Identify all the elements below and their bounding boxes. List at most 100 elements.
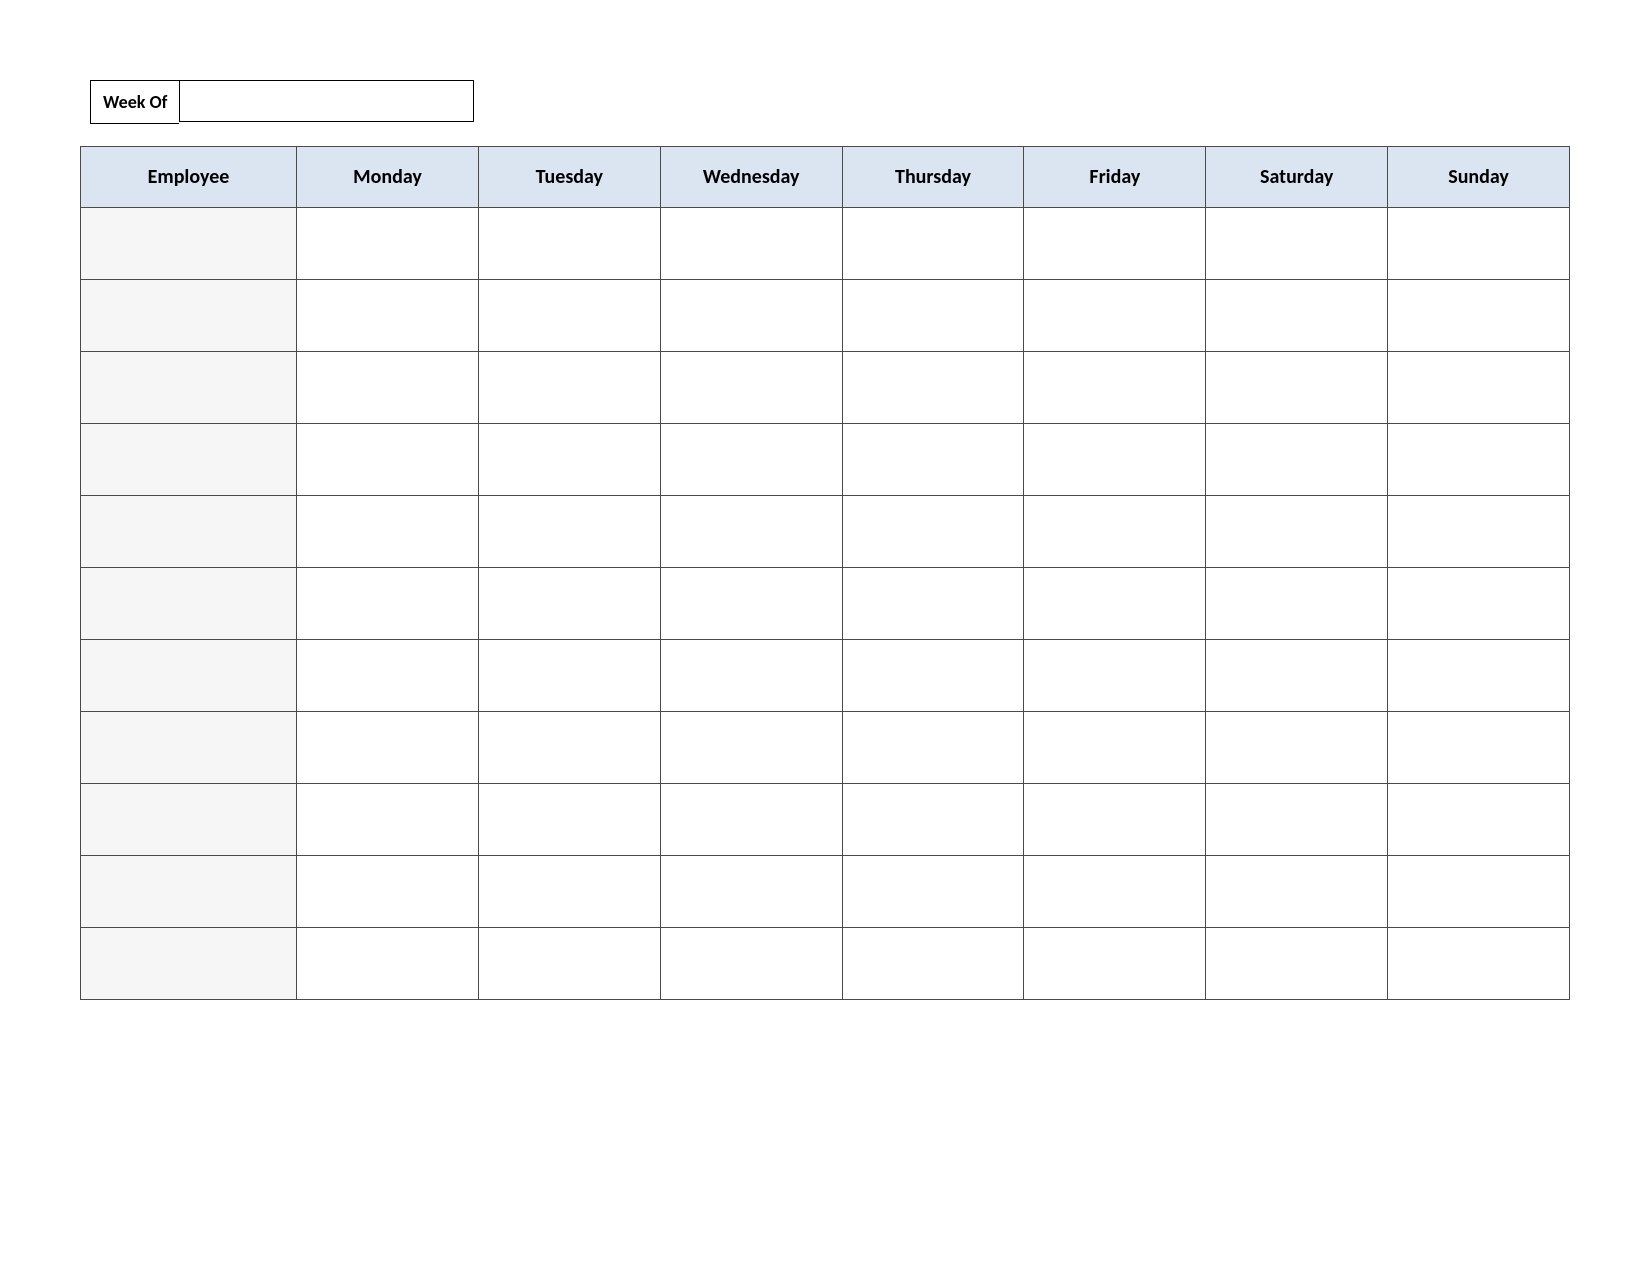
employee-cell[interactable] (81, 856, 297, 928)
table-row (81, 424, 1570, 496)
cell-thursday[interactable] (842, 928, 1024, 1000)
table-row (81, 712, 1570, 784)
cell-monday[interactable] (297, 784, 479, 856)
cell-wednesday[interactable] (660, 712, 842, 784)
cell-thursday[interactable] (842, 352, 1024, 424)
cell-saturday[interactable] (1206, 424, 1388, 496)
cell-thursday[interactable] (842, 208, 1024, 280)
cell-sunday[interactable] (1388, 640, 1570, 712)
cell-monday[interactable] (297, 280, 479, 352)
cell-friday[interactable] (1024, 784, 1206, 856)
employee-cell[interactable] (81, 928, 297, 1000)
cell-monday[interactable] (297, 424, 479, 496)
cell-saturday[interactable] (1206, 712, 1388, 784)
cell-tuesday[interactable] (478, 208, 660, 280)
cell-tuesday[interactable] (478, 928, 660, 1000)
header-row: Employee Monday Tuesday Wednesday Thursd… (81, 147, 1570, 208)
cell-thursday[interactable] (842, 784, 1024, 856)
cell-friday[interactable] (1024, 352, 1206, 424)
cell-wednesday[interactable] (660, 568, 842, 640)
cell-sunday[interactable] (1388, 208, 1570, 280)
employee-cell[interactable] (81, 208, 297, 280)
cell-wednesday[interactable] (660, 280, 842, 352)
cell-monday[interactable] (297, 712, 479, 784)
cell-saturday[interactable] (1206, 208, 1388, 280)
cell-wednesday[interactable] (660, 856, 842, 928)
cell-saturday[interactable] (1206, 352, 1388, 424)
cell-tuesday[interactable] (478, 496, 660, 568)
cell-friday[interactable] (1024, 208, 1206, 280)
employee-cell[interactable] (81, 352, 297, 424)
cell-wednesday[interactable] (660, 496, 842, 568)
cell-tuesday[interactable] (478, 280, 660, 352)
cell-monday[interactable] (297, 208, 479, 280)
cell-wednesday[interactable] (660, 928, 842, 1000)
cell-friday[interactable] (1024, 496, 1206, 568)
cell-wednesday[interactable] (660, 352, 842, 424)
cell-wednesday[interactable] (660, 784, 842, 856)
cell-tuesday[interactable] (478, 640, 660, 712)
cell-saturday[interactable] (1206, 856, 1388, 928)
employee-cell[interactable] (81, 424, 297, 496)
cell-thursday[interactable] (842, 640, 1024, 712)
employee-cell[interactable] (81, 712, 297, 784)
table-row (81, 496, 1570, 568)
cell-sunday[interactable] (1388, 856, 1570, 928)
employee-cell[interactable] (81, 640, 297, 712)
cell-tuesday[interactable] (478, 352, 660, 424)
cell-thursday[interactable] (842, 280, 1024, 352)
cell-thursday[interactable] (842, 424, 1024, 496)
cell-saturday[interactable] (1206, 280, 1388, 352)
week-of-input[interactable] (179, 80, 474, 122)
cell-friday[interactable] (1024, 928, 1206, 1000)
cell-monday[interactable] (297, 496, 479, 568)
cell-sunday[interactable] (1388, 784, 1570, 856)
cell-monday[interactable] (297, 640, 479, 712)
cell-tuesday[interactable] (478, 424, 660, 496)
cell-sunday[interactable] (1388, 280, 1570, 352)
cell-tuesday[interactable] (478, 784, 660, 856)
table-row (81, 208, 1570, 280)
cell-saturday[interactable] (1206, 784, 1388, 856)
header-employee: Employee (81, 147, 297, 208)
cell-sunday[interactable] (1388, 928, 1570, 1000)
cell-monday[interactable] (297, 928, 479, 1000)
table-row (81, 640, 1570, 712)
employee-cell[interactable] (81, 784, 297, 856)
employee-cell[interactable] (81, 280, 297, 352)
cell-tuesday[interactable] (478, 712, 660, 784)
cell-monday[interactable] (297, 856, 479, 928)
cell-sunday[interactable] (1388, 712, 1570, 784)
employee-cell[interactable] (81, 496, 297, 568)
cell-sunday[interactable] (1388, 496, 1570, 568)
week-of-field: Week Of (90, 80, 1570, 124)
cell-sunday[interactable] (1388, 568, 1570, 640)
employee-cell[interactable] (81, 568, 297, 640)
cell-sunday[interactable] (1388, 424, 1570, 496)
cell-thursday[interactable] (842, 856, 1024, 928)
table-row (81, 568, 1570, 640)
cell-wednesday[interactable] (660, 208, 842, 280)
cell-friday[interactable] (1024, 640, 1206, 712)
cell-friday[interactable] (1024, 712, 1206, 784)
cell-wednesday[interactable] (660, 640, 842, 712)
cell-monday[interactable] (297, 568, 479, 640)
cell-thursday[interactable] (842, 496, 1024, 568)
cell-saturday[interactable] (1206, 640, 1388, 712)
cell-wednesday[interactable] (660, 424, 842, 496)
cell-friday[interactable] (1024, 280, 1206, 352)
cell-sunday[interactable] (1388, 352, 1570, 424)
cell-friday[interactable] (1024, 424, 1206, 496)
header-friday: Friday (1024, 147, 1206, 208)
cell-thursday[interactable] (842, 568, 1024, 640)
table-row (81, 784, 1570, 856)
cell-saturday[interactable] (1206, 928, 1388, 1000)
cell-friday[interactable] (1024, 568, 1206, 640)
cell-tuesday[interactable] (478, 568, 660, 640)
cell-saturday[interactable] (1206, 568, 1388, 640)
cell-saturday[interactable] (1206, 496, 1388, 568)
cell-friday[interactable] (1024, 856, 1206, 928)
cell-thursday[interactable] (842, 712, 1024, 784)
cell-monday[interactable] (297, 352, 479, 424)
cell-tuesday[interactable] (478, 856, 660, 928)
